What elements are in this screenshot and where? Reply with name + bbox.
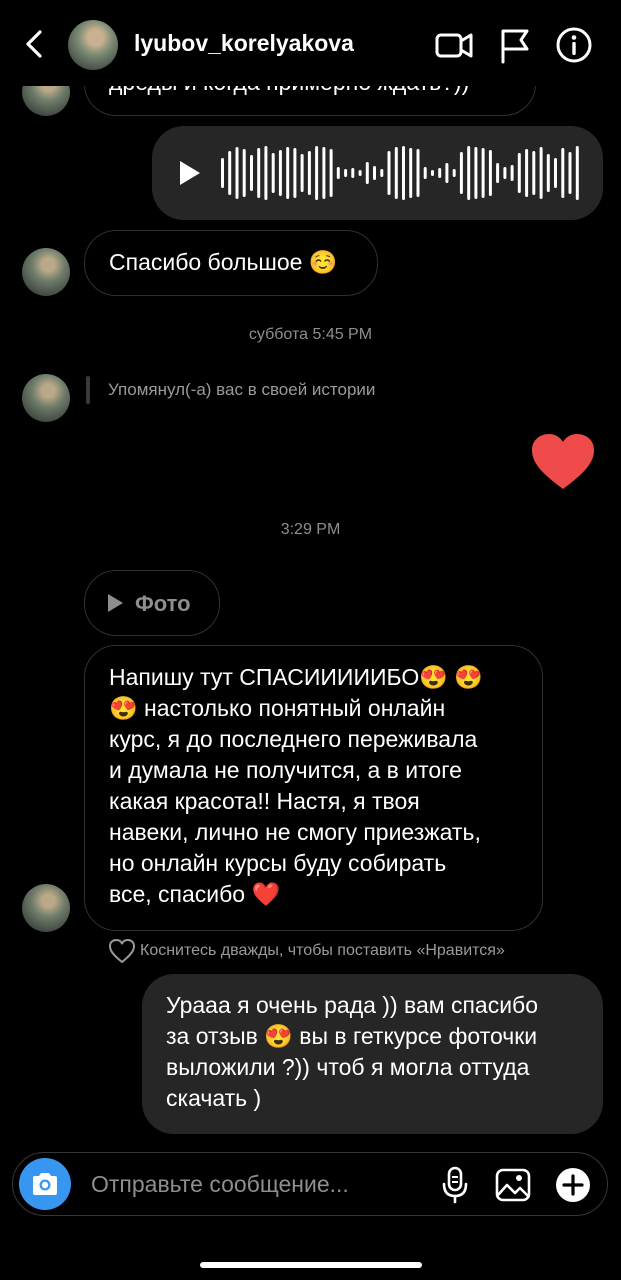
message-line: Напишу тут СПАСИИИИИБО😍 😍 (109, 664, 483, 690)
voice-message-bubble[interactable] (152, 126, 603, 220)
like-hint: Коснитесь дважды, чтобы поставить «Нрави… (108, 936, 505, 966)
back-chevron-icon[interactable] (18, 24, 54, 64)
message-bubble-long[interactable]: Напишу тут СПАСИИИИИБО😍 😍 😍 настолько по… (84, 645, 543, 931)
timestamp: 3:29 PM (280, 521, 341, 538)
waveform-bar (300, 154, 304, 192)
message-line: но онлайн курсы буду собирать (109, 850, 447, 876)
microphone-icon[interactable] (435, 1165, 475, 1205)
voice-waveform (221, 146, 579, 200)
outgoing-message-bubble[interactable]: Урааа я очень рада )) вам спасибо за отз… (142, 974, 603, 1134)
home-indicator (200, 1262, 422, 1268)
message-line: все, спасибо ❤️ (109, 881, 281, 907)
waveform-bar (554, 158, 557, 188)
waveform-bar (242, 149, 246, 197)
message-line: скачать ) (166, 1085, 262, 1111)
waveform-bar (532, 151, 536, 195)
waveform-bar (467, 146, 471, 200)
plus-icon[interactable] (553, 1165, 593, 1205)
waveform-bar (546, 154, 550, 192)
waveform-bar (409, 148, 413, 198)
waveform-bar (575, 146, 579, 200)
waveform-bar (380, 169, 384, 177)
message-text: Спасибо большое ☺️ (109, 249, 338, 275)
sender-avatar[interactable] (22, 374, 70, 422)
waveform-bar (221, 158, 224, 188)
waveform-bar (329, 149, 333, 197)
waveform-bar (257, 148, 261, 198)
waveform-bar (235, 147, 239, 199)
waveform-bar (481, 148, 485, 198)
gallery-icon[interactable] (493, 1165, 533, 1205)
message-line: курс, я до последнего переживала (109, 726, 478, 752)
message-bubble[interactable]: Спасибо большое ☺️ (84, 230, 378, 296)
waveform-bar (271, 153, 275, 193)
info-icon[interactable] (553, 24, 595, 66)
like-hint-text: Коснитесь дважды, чтобы поставить «Нрави… (140, 942, 505, 959)
waveform-bar (264, 146, 268, 200)
photo-message-bubble[interactable]: Фото (84, 570, 220, 636)
waveform-bar (315, 146, 319, 200)
camera-button[interactable] (19, 1158, 71, 1210)
waveform-bar (445, 163, 449, 183)
chat-username[interactable]: lyubov_korelyakova (134, 30, 354, 57)
play-icon (108, 594, 123, 612)
waveform-bar (322, 147, 326, 199)
waveform-bar (286, 147, 290, 199)
waveform-bar (365, 162, 369, 184)
message-line: и думала не получится, а в итоге (109, 757, 462, 783)
waveform-bar (394, 147, 398, 199)
waveform-bar (452, 169, 456, 177)
waveform-bar (293, 148, 297, 198)
message-line: навеки, лично не смогу приезжать, (109, 819, 481, 845)
waveform-bar (416, 149, 420, 197)
camera-icon (33, 1173, 57, 1195)
video-call-icon[interactable] (433, 24, 475, 66)
message-line: выложили ?)) чтоб я могла оттуда (166, 1054, 530, 1080)
chat-header: lyubov_korelyakova (0, 0, 621, 86)
heart-outline-icon[interactable] (108, 938, 136, 964)
waveform-bar (561, 148, 565, 198)
waveform-bar (488, 150, 492, 196)
message-line: за отзыв 😍 вы в геткурсе фоточки (166, 1023, 538, 1049)
message-line: 😍 настолько понятный онлайн (109, 695, 446, 721)
waveform-bar (510, 165, 514, 181)
waveform-bar (336, 167, 340, 179)
waveform-bar (517, 153, 521, 193)
waveform-bar (423, 167, 427, 179)
waveform-bar (307, 151, 311, 195)
waveform-bar (344, 169, 348, 177)
waveform-bar (351, 168, 355, 178)
waveform-bar (431, 170, 434, 176)
story-mention-text[interactable]: Упомянул(-а) вас в своей истории (108, 380, 375, 400)
heart-icon[interactable] (530, 432, 596, 492)
waveform-bar (373, 166, 376, 180)
waveform-bar (278, 150, 282, 196)
waveform-bar (539, 147, 543, 199)
waveform-bar (525, 149, 529, 197)
waveform-bar (496, 163, 500, 183)
waveform-bar (387, 151, 391, 195)
message-composer: Отправьте сообщение... (12, 1152, 608, 1216)
waveform-bar (568, 152, 572, 194)
play-icon[interactable] (174, 158, 204, 188)
waveform-bar (459, 152, 463, 194)
waveform-bar (438, 168, 442, 178)
message-line: Урааа я очень рада )) вам спасибо (166, 992, 539, 1018)
mention-divider (86, 376, 90, 404)
waveform-bar (474, 147, 478, 199)
waveform-bar (402, 146, 405, 200)
timestamp: суббота 5:45 PM (248, 326, 373, 343)
photo-label: Фото (135, 591, 191, 616)
message-line: какая красота!! Настя, я твоя (109, 788, 420, 814)
sender-avatar[interactable] (22, 884, 70, 932)
waveform-bar (250, 155, 253, 191)
flag-icon[interactable] (494, 24, 536, 66)
sender-avatar[interactable] (22, 248, 70, 296)
waveform-bar (503, 167, 507, 179)
waveform-bar (358, 170, 362, 176)
header-avatar[interactable] (68, 20, 118, 70)
message-input[interactable]: Отправьте сообщение... (91, 1171, 349, 1198)
waveform-bar (228, 151, 232, 195)
